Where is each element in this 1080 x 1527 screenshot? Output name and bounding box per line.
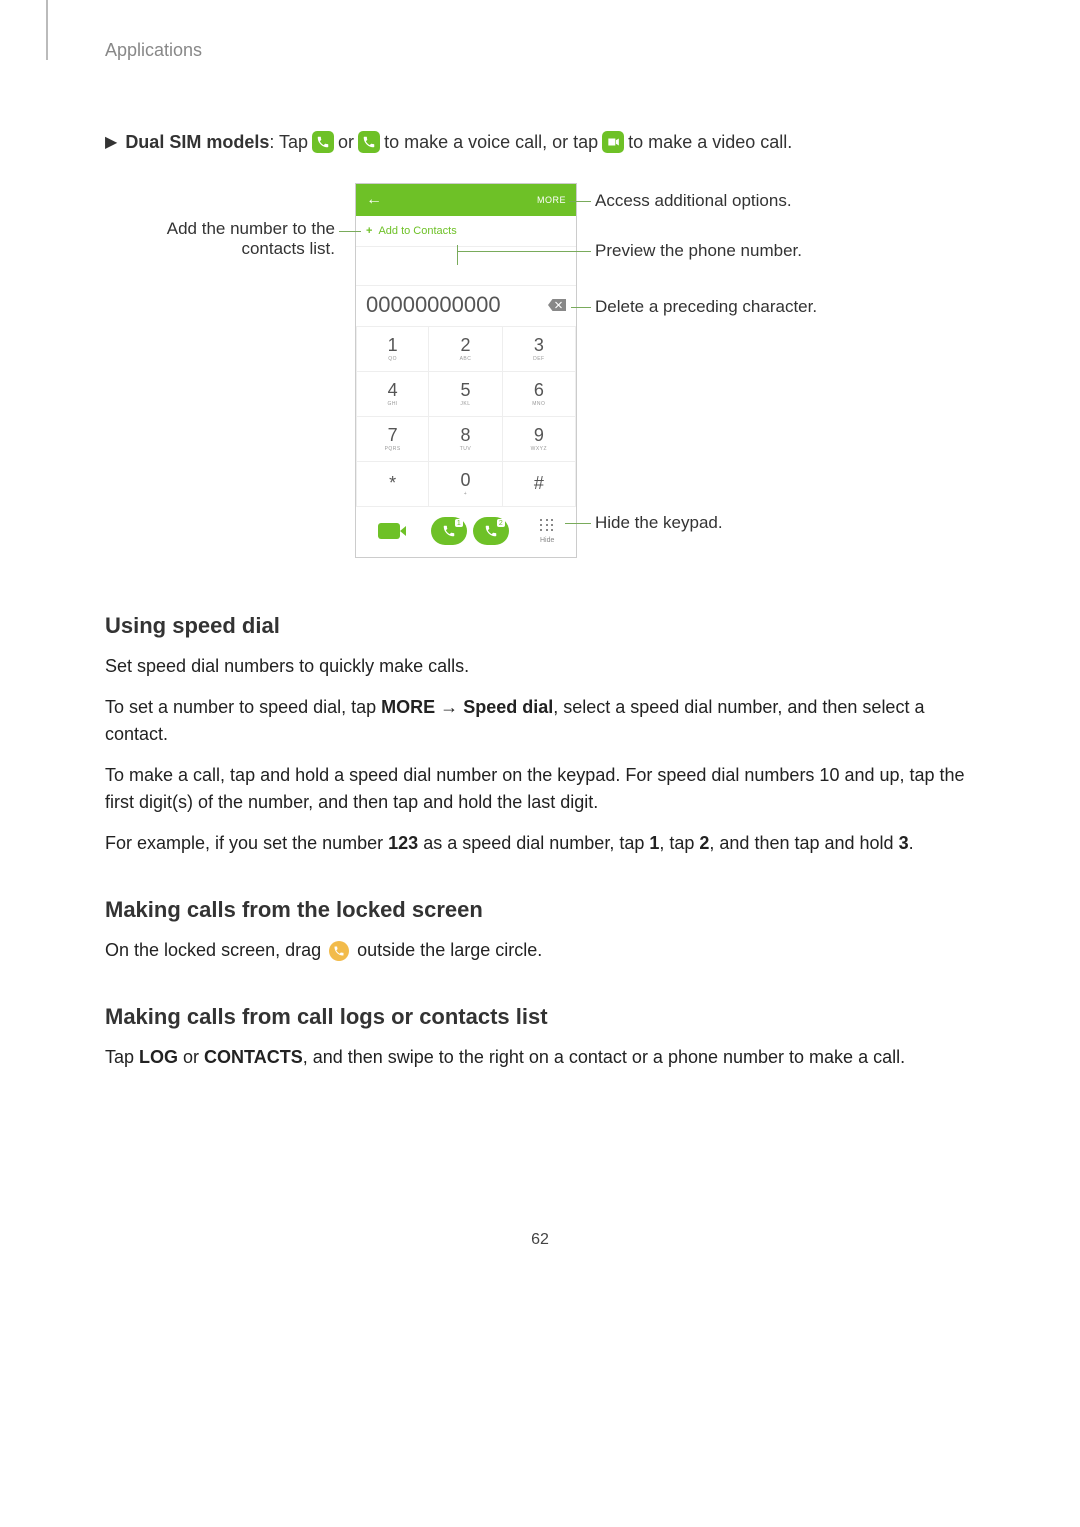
callout-more-options: Access additional options. xyxy=(595,191,792,211)
page-section-header: Applications xyxy=(105,40,975,61)
dialer-bottom-row: 1 2 Hide xyxy=(356,506,576,557)
callout-preview: Preview the phone number. xyxy=(595,241,802,261)
number-preview-area xyxy=(356,247,576,286)
plus-icon: + xyxy=(366,225,372,237)
video-call-button[interactable] xyxy=(378,523,400,539)
backspace-button[interactable] xyxy=(548,299,566,311)
key-hash[interactable]: # xyxy=(503,461,576,506)
sim2-badge: 2 xyxy=(497,519,505,527)
call-sim1-icon xyxy=(312,131,334,153)
key-0[interactable]: 0+ xyxy=(429,461,502,506)
add-to-contacts-button[interactable]: + Add to Contacts xyxy=(356,216,576,247)
dual-sim-instruction: ▶ Dual SIM models : Tap or to make a voi… xyxy=(105,131,975,153)
section-call-logs-title: Making calls from call logs or contacts … xyxy=(105,1004,975,1030)
callout-add-contacts: Add the number to the contacts list. xyxy=(105,219,335,259)
dialer-mockup: ← MORE + Add to Contacts 00000000000 1QO… xyxy=(355,183,577,558)
more-button[interactable]: MORE xyxy=(537,195,566,205)
video-call-icon xyxy=(602,131,624,153)
hide-keypad-button[interactable]: Hide xyxy=(540,519,554,544)
digits-row: 00000000000 xyxy=(356,286,576,326)
back-arrow-icon[interactable]: ← xyxy=(366,191,382,209)
key-8[interactable]: 8TUV xyxy=(429,416,502,461)
speed-dial-p2: To set a number to speed dial, tap MORE … xyxy=(105,694,975,748)
callout-delete: Delete a preceding character. xyxy=(595,297,817,317)
left-margin-rule xyxy=(46,0,48,60)
keypad: 1QO 2ABC 3DEF 4GHI 5JKL 6MNO 7PQRS 8TUV … xyxy=(356,326,576,506)
sim1-badge: 1 xyxy=(455,519,463,527)
call-sim1-button[interactable]: 1 xyxy=(431,517,467,545)
page-number: 62 xyxy=(105,1231,975,1249)
key-5[interactable]: 5JKL xyxy=(429,371,502,416)
call-logs-p: Tap LOG or CONTACTS, and then swipe to t… xyxy=(105,1044,975,1071)
key-3[interactable]: 3DEF xyxy=(503,326,576,371)
dialer-header: ← MORE xyxy=(356,184,576,216)
speed-dial-p1: Set speed dial numbers to quickly make c… xyxy=(105,653,975,680)
dual-sim-label: Dual SIM models xyxy=(125,132,269,153)
key-2[interactable]: 2ABC xyxy=(429,326,502,371)
add-to-contacts-label: Add to Contacts xyxy=(378,225,456,237)
key-9[interactable]: 9WXYZ xyxy=(503,416,576,461)
callout-hide-keypad: Hide the keypad. xyxy=(595,513,723,533)
dialer-figure: ← MORE + Add to Contacts 00000000000 1QO… xyxy=(105,183,975,553)
key-6[interactable]: 6MNO xyxy=(503,371,576,416)
locked-screen-p: On the locked screen, drag outside the l… xyxy=(105,937,975,964)
speed-dial-p4: For example, if you set the number 123 a… xyxy=(105,830,975,857)
section-locked-screen-title: Making calls from the locked screen xyxy=(105,897,975,923)
speed-dial-p3: To make a call, tap and hold a speed dia… xyxy=(105,762,975,816)
key-7[interactable]: 7PQRS xyxy=(356,416,429,461)
phone-drag-icon xyxy=(329,941,349,961)
call-sim2-icon xyxy=(358,131,380,153)
key-1[interactable]: 1QO xyxy=(356,326,429,371)
section-speed-dial-title: Using speed dial xyxy=(105,613,975,639)
call-sim2-button[interactable]: 2 xyxy=(473,517,509,545)
entered-digits: 00000000000 xyxy=(366,292,501,318)
key-4[interactable]: 4GHI xyxy=(356,371,429,416)
triangle-bullet-icon: ▶ xyxy=(105,132,117,152)
key-star[interactable]: * xyxy=(356,461,429,506)
